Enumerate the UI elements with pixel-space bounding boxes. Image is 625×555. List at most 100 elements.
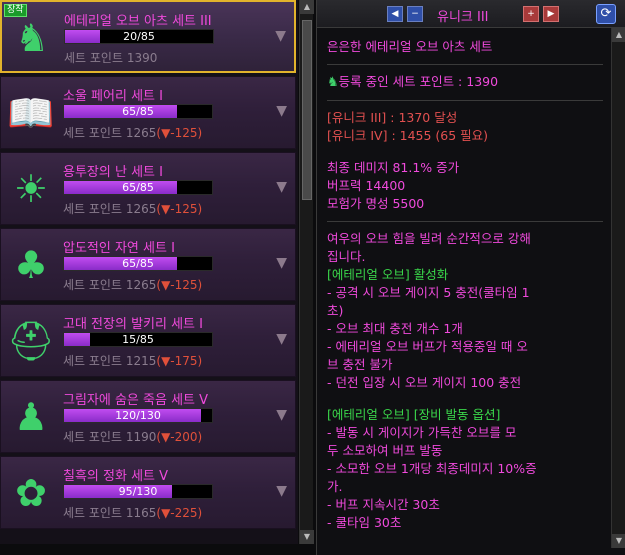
set-progress-bar: 95/130: [63, 484, 213, 499]
set-points: 세트 포인트 1390: [64, 49, 157, 66]
desc-line: - 버프 지속시간 30초: [327, 497, 440, 512]
scroll-down-icon[interactable]: ▼: [300, 530, 314, 544]
progress-text: 20/85: [123, 30, 155, 43]
registered-points: ♞등록 중인 세트 포인트 : 1390: [327, 74, 499, 90]
set-detail-panel: ◀ − 유니크 III + ▶ ⟳ 은은한 에테리얼 오브 아츠 세트 ♞등록 …: [316, 0, 625, 555]
first-tier-button[interactable]: ◀: [387, 6, 403, 22]
desc-line: - 던전 입장 시 오브 게이지 100 충전: [327, 375, 522, 390]
points-value: 1265: [125, 278, 157, 292]
set-item[interactable]: 📖 소울 페어리 세트 I 65/85 세트 포인트 1265(▼-125) ▼: [0, 76, 296, 149]
progress-text: 65/85: [122, 105, 154, 118]
refresh-icon[interactable]: ⟳: [596, 4, 616, 24]
set-name: 칠흑의 정화 세트 V: [63, 469, 169, 484]
set-list-scrollbar[interactable]: ▲ ▼: [299, 0, 314, 544]
tree-icon: ♣: [13, 243, 49, 287]
set-points: 세트 포인트 1265(▼-125): [63, 124, 202, 141]
set-points: 세트 포인트 1215(▼-175): [63, 352, 202, 369]
points-delta: (▼-125): [156, 278, 203, 292]
set-item[interactable]: ⛑ 고대 전장의 발키리 세트 I 15/85 세트 포인트 1215(▼-175) ▼: [0, 304, 296, 377]
scroll-up-icon[interactable]: ▲: [612, 28, 625, 42]
progress-text: 95/130: [118, 485, 158, 498]
set-item[interactable]: ☀ 용투장의 난 세트 I 65/85 세트 포인트 1265(▼-125) ▼: [0, 152, 296, 225]
tier-title: 유니크 III: [437, 10, 489, 25]
points-delta: (▼-125): [156, 126, 203, 140]
points-label: 세트 포인트: [63, 202, 123, 216]
chevron-down-icon[interactable]: ▼: [276, 255, 287, 271]
desc-line: 집니다.: [327, 249, 366, 264]
set-name: 소울 페어리 세트 I: [63, 89, 163, 104]
fox-mask-icon: ♞: [327, 75, 339, 90]
progress-text: 15/85: [122, 333, 154, 346]
desc-line: 두 소모하여 버프 발동: [327, 443, 443, 458]
shadow-figure-icon: ♟: [13, 395, 49, 439]
set-list: 장착 ♞ 에테리얼 오브 아츠 세트 III 20/85 세트 포인트 1390 ▼ 📖 소울…: [0, 0, 298, 544]
book-icon: 📖: [7, 90, 55, 135]
desc-line: 여우의 오브 힘을 빌려 순간적으로 강해: [327, 231, 531, 246]
desc-line: - 쿨타임 30초: [327, 515, 402, 530]
points-value: 1215: [125, 354, 157, 368]
detail-content: 은은한 에테리얼 오브 아츠 세트 ♞등록 중인 세트 포인트 : 1390 […: [317, 28, 609, 548]
next-tier-button[interactable]: +: [523, 6, 539, 22]
chevron-down-icon[interactable]: ▼: [276, 483, 287, 499]
set-progress-bar: 20/85: [64, 29, 214, 44]
detail-scrollbar[interactable]: ▲ ▼: [611, 28, 625, 548]
desc-line: - 에테리얼 오브 버프가 적용중일 때 오: [327, 339, 528, 354]
detail-set-title: 은은한 에테리얼 오브 아츠 세트: [327, 39, 493, 54]
desc-line: [에테리얼 오브] 활성화: [327, 267, 449, 282]
set-name: 용투장의 난 세트 I: [63, 165, 163, 180]
sunrise-icon: ☀: [13, 167, 49, 211]
detail-header: ◀ − 유니크 III + ▶ ⟳: [317, 0, 625, 28]
last-tier-button[interactable]: ▶: [543, 6, 559, 22]
progress-text: 65/85: [122, 257, 154, 270]
points-label: 세트 포인트: [64, 51, 124, 65]
set-name: 에테리얼 오브 아츠 세트 III: [64, 14, 212, 29]
stat-final-damage: 최종 데미지 81.1% 증가: [327, 160, 460, 175]
chevron-down-icon[interactable]: ▼: [276, 331, 287, 347]
set-item[interactable]: 장착 ♞ 에테리얼 오브 아츠 세트 III 20/85 세트 포인트 1390 ▼: [0, 0, 296, 73]
scroll-down-icon[interactable]: ▼: [612, 534, 625, 548]
set-progress-bar: 65/85: [63, 104, 213, 119]
set-item[interactable]: ♟ 그림자에 숨은 죽음 세트 V 120/130 세트 포인트 1190(▼-200…: [0, 380, 296, 453]
desc-line: [에테리얼 오브] [장비 발동 옵션]: [327, 407, 501, 422]
set-item[interactable]: ♣ 압도적인 자연 세트 I 65/85 세트 포인트 1265(▼-125) ▼: [0, 228, 296, 301]
set-points: 세트 포인트 1190(▼-200): [63, 428, 202, 445]
points-label: 세트 포인트: [63, 354, 123, 368]
set-name: 그림자에 숨은 죽음 세트 V: [63, 393, 209, 408]
chevron-down-icon[interactable]: ▼: [275, 28, 286, 44]
points-delta: (▼-200): [156, 430, 203, 444]
set-item[interactable]: ✿ 칠흑의 정화 세트 V 95/130 세트 포인트 1165(▼-225) ▼: [0, 456, 296, 529]
chevron-down-icon[interactable]: ▼: [276, 103, 287, 119]
points-delta: (▼-125): [156, 202, 203, 216]
points-delta: (▼-225): [156, 506, 203, 520]
divider: [327, 64, 603, 65]
points-value: 1265: [125, 202, 157, 216]
tier4-status: [유니크 IV] : 1455 (65 필요): [327, 128, 489, 143]
points-label: 세트 포인트: [63, 430, 123, 444]
points-value: 1165: [125, 506, 157, 520]
chevron-down-icon[interactable]: ▼: [276, 407, 287, 423]
points-value: 1190: [125, 430, 157, 444]
set-points: 세트 포인트 1265(▼-125): [63, 200, 202, 217]
desc-line: - 오브 최대 충전 개수 1개: [327, 321, 463, 336]
set-progress-bar: 65/85: [63, 180, 213, 195]
points-value: 1265: [125, 126, 157, 140]
scroll-thumb[interactable]: [302, 20, 312, 200]
desc-line: 가.: [327, 479, 343, 494]
points-label: 세트 포인트: [63, 506, 123, 520]
points-value: 1390: [126, 51, 158, 65]
set-points: 세트 포인트 1165(▼-225): [63, 504, 202, 521]
points-label: 세트 포인트: [63, 278, 123, 292]
chevron-down-icon[interactable]: ▼: [276, 179, 287, 195]
desc-line: - 소모한 오브 1개당 최종데미지 10%증: [327, 461, 537, 476]
desc-line: 브 충전 불가: [327, 357, 393, 372]
set-name: 압도적인 자연 세트 I: [63, 241, 175, 256]
scroll-up-icon[interactable]: ▲: [300, 0, 314, 14]
divider: [327, 221, 603, 222]
desc-line: 초): [327, 303, 344, 318]
equipped-badge: 장착: [4, 4, 27, 17]
set-progress-bar: 65/85: [63, 256, 213, 271]
prev-tier-button[interactable]: −: [407, 6, 423, 22]
tier3-status: [유니크 III] : 1370 달성: [327, 110, 458, 125]
set-name: 고대 전장의 발키리 세트 I: [63, 317, 203, 332]
helmet-icon: ⛑: [6, 318, 56, 363]
